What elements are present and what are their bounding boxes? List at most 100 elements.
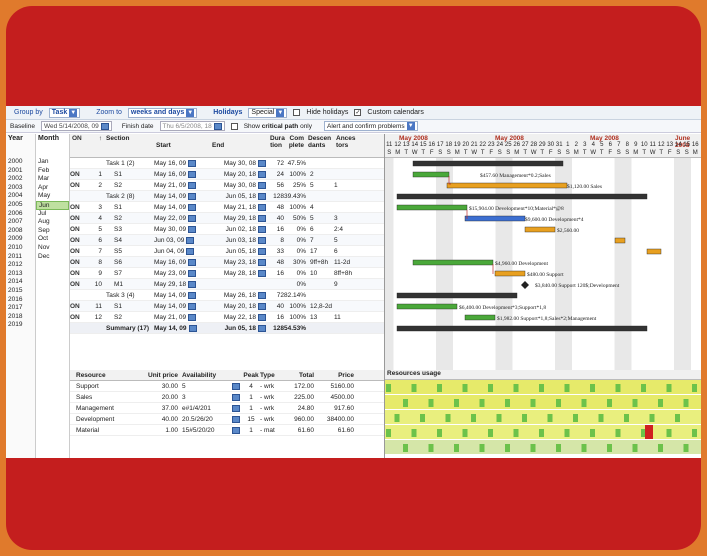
- calendar-icon[interactable]: [258, 324, 266, 332]
- table-row[interactable]: ON 5 S3 May 30, 09 Jun 02, 18 16 0% 6 2:4: [70, 224, 384, 235]
- calendar-icon[interactable]: [188, 313, 197, 321]
- table-row[interactable]: ON 4 S2 May 22, 09 May 29, 18 40 50% 5 3: [70, 213, 384, 224]
- table-row[interactable]: Summary (17) May 14, 09 Jun 05, 18 128 54.53…: [70, 323, 384, 334]
- calendar-icon[interactable]: [258, 247, 266, 255]
- availability-cell[interactable]: 15#5/20/20: [182, 426, 242, 434]
- end-cell[interactable]: May 26, 18: [210, 291, 268, 299]
- col-on[interactable]: ON: [70, 134, 92, 157]
- calendar-icon[interactable]: [258, 159, 266, 167]
- year-item[interactable]: 2010: [6, 244, 35, 253]
- col-end[interactable]: End: [210, 134, 268, 157]
- resource-row[interactable]: Management 37.00 e#1/4/201 1 - wrk 24.80 917.6…: [70, 403, 384, 414]
- col-type[interactable]: Type: [260, 372, 284, 379]
- calendar-icon[interactable]: [258, 225, 266, 233]
- calendar-icon[interactable]: [186, 247, 195, 255]
- calendar-icon[interactable]: [258, 302, 266, 310]
- year-item[interactable]: 2015: [6, 287, 35, 296]
- col-peak[interactable]: Peak: [242, 372, 260, 379]
- calendar-icon[interactable]: [188, 192, 197, 200]
- calendar-icon[interactable]: [232, 382, 240, 390]
- resource-row[interactable]: Sales 20.00 3 1 - wrk 225.00 4500.00: [70, 392, 384, 403]
- start-cell[interactable]: May 21, 09: [154, 313, 210, 321]
- calendar-icon[interactable]: [188, 324, 197, 332]
- end-cell[interactable]: May 28, 18: [210, 269, 268, 277]
- resource-row[interactable]: Development 40.00 20.5/26/20 15 - wrk 960.00 3…: [70, 414, 384, 425]
- year-item[interactable]: 2014: [6, 278, 35, 287]
- calendar-icon[interactable]: [258, 170, 266, 178]
- year-item[interactable]: 2004: [6, 192, 35, 201]
- start-cell[interactable]: May 21, 09: [154, 181, 210, 189]
- year-item[interactable]: 2009: [6, 235, 35, 244]
- month-item[interactable]: May: [36, 192, 69, 201]
- end-cell[interactable]: May 30, 08: [210, 159, 268, 167]
- sort-icon[interactable]: ↑: [92, 134, 104, 157]
- hide-holidays-checkbox[interactable]: [293, 109, 301, 116]
- calendar-icon[interactable]: [188, 181, 197, 189]
- start-cell[interactable]: May 30, 09: [154, 225, 210, 233]
- critical-path-checkbox[interactable]: [230, 122, 238, 130]
- start-cell[interactable]: May 22, 09: [154, 214, 210, 222]
- col-ancestors[interactable]: Ances tors: [334, 134, 364, 157]
- year-item[interactable]: 2006: [6, 210, 35, 219]
- col-start[interactable]: Start: [154, 134, 210, 157]
- year-item[interactable]: 2008: [6, 227, 35, 236]
- end-cell[interactable]: Jun 05, 18: [210, 192, 268, 200]
- start-cell[interactable]: May 16, 09: [154, 258, 210, 266]
- finish-field[interactable]: Thu 6/5/2008, 18: [159, 121, 225, 131]
- table-row[interactable]: ON 12 S2 May 21, 09 May 22, 18 16 100% 13 11: [70, 312, 384, 323]
- start-cell[interactable]: May 16, 09: [154, 170, 210, 178]
- calendar-icon[interactable]: [186, 236, 195, 244]
- zoom-select[interactable]: weeks and days ▼: [127, 107, 198, 118]
- year-item[interactable]: 2007: [6, 218, 35, 227]
- table-row[interactable]: ON 6 S4 Jun 03, 09 Jun 03, 18 8 0% 7 5: [70, 235, 384, 246]
- availability-cell[interactable]: 20.5/26/20: [182, 415, 242, 423]
- table-row[interactable]: ON 1 S1 May 16, 09 May 20, 18 24 100% 2: [70, 169, 384, 180]
- month-item[interactable]: Apr: [36, 184, 69, 193]
- year-item[interactable]: 2000: [6, 158, 35, 167]
- calendar-icon[interactable]: [188, 225, 197, 233]
- month-item[interactable]: Nov: [36, 244, 69, 253]
- calendar-icon[interactable]: [258, 236, 266, 244]
- start-cell[interactable]: Jun 04, 09: [154, 247, 210, 255]
- year-item[interactable]: 2019: [6, 321, 35, 330]
- baseline-field[interactable]: Wed 5/14/2008, 09: [40, 121, 112, 131]
- year-item[interactable]: 2002: [6, 175, 35, 184]
- end-cell[interactable]: May 21, 18: [210, 203, 268, 211]
- table-row[interactable]: ON 3 S1 May 14, 09 May 21, 18 48 100% 4: [70, 202, 384, 213]
- calendar-icon[interactable]: [258, 313, 266, 321]
- month-item[interactable]: Mar: [36, 175, 69, 184]
- col-availability[interactable]: Availability: [182, 372, 242, 379]
- calendar-icon[interactable]: [232, 415, 240, 423]
- table-row[interactable]: ON 11 S1 May 14, 09 May 20, 18 40 100% 12,8-2d: [70, 301, 384, 312]
- calendar-icon[interactable]: [188, 302, 197, 310]
- start-cell[interactable]: May 29, 18: [154, 280, 210, 288]
- calendar-icon[interactable]: [188, 170, 197, 178]
- table-row[interactable]: ON 8 S6 May 16, 09 May 23, 18 48 30% 9ff+8h 11-2…: [70, 257, 384, 268]
- month-item[interactable]: Dec: [36, 253, 69, 262]
- calendar-icon[interactable]: [258, 291, 266, 299]
- end-cell[interactable]: Jun 03, 18: [210, 236, 268, 244]
- end-cell[interactable]: Jun 05, 18: [210, 247, 268, 255]
- col-price[interactable]: Price: [314, 372, 354, 379]
- month-item[interactable]: Jun: [36, 200, 69, 210]
- month-item[interactable]: Oct: [36, 235, 69, 244]
- end-cell[interactable]: Jun 05, 18: [210, 324, 268, 332]
- start-cell[interactable]: May 14, 09: [154, 324, 210, 332]
- resource-row[interactable]: Support 30.00 5 4 - wrk 172.00 5160.00: [70, 381, 384, 392]
- calendar-icon[interactable]: [213, 122, 222, 130]
- calendar-icon[interactable]: [232, 393, 240, 401]
- calendar-icon[interactable]: [188, 258, 197, 266]
- holidays-select[interactable]: Special ▼: [248, 107, 288, 118]
- year-item[interactable]: 2003: [6, 184, 35, 193]
- year-item[interactable]: 2011: [6, 253, 35, 262]
- start-cell[interactable]: May 14, 09: [154, 192, 210, 200]
- year-item[interactable]: 2005: [6, 201, 35, 210]
- col-unit-price[interactable]: Unit price: [142, 372, 182, 379]
- table-row[interactable]: ON 10 M1 May 29, 18 0% 9: [70, 279, 384, 290]
- end-cell[interactable]: May 29, 18: [210, 214, 268, 222]
- month-item[interactable]: Feb: [36, 167, 69, 176]
- calendar-icon[interactable]: [188, 159, 197, 167]
- year-item[interactable]: 2013: [6, 270, 35, 279]
- col-descendants[interactable]: Descen dants: [306, 134, 334, 157]
- start-cell[interactable]: May 14, 09: [154, 291, 210, 299]
